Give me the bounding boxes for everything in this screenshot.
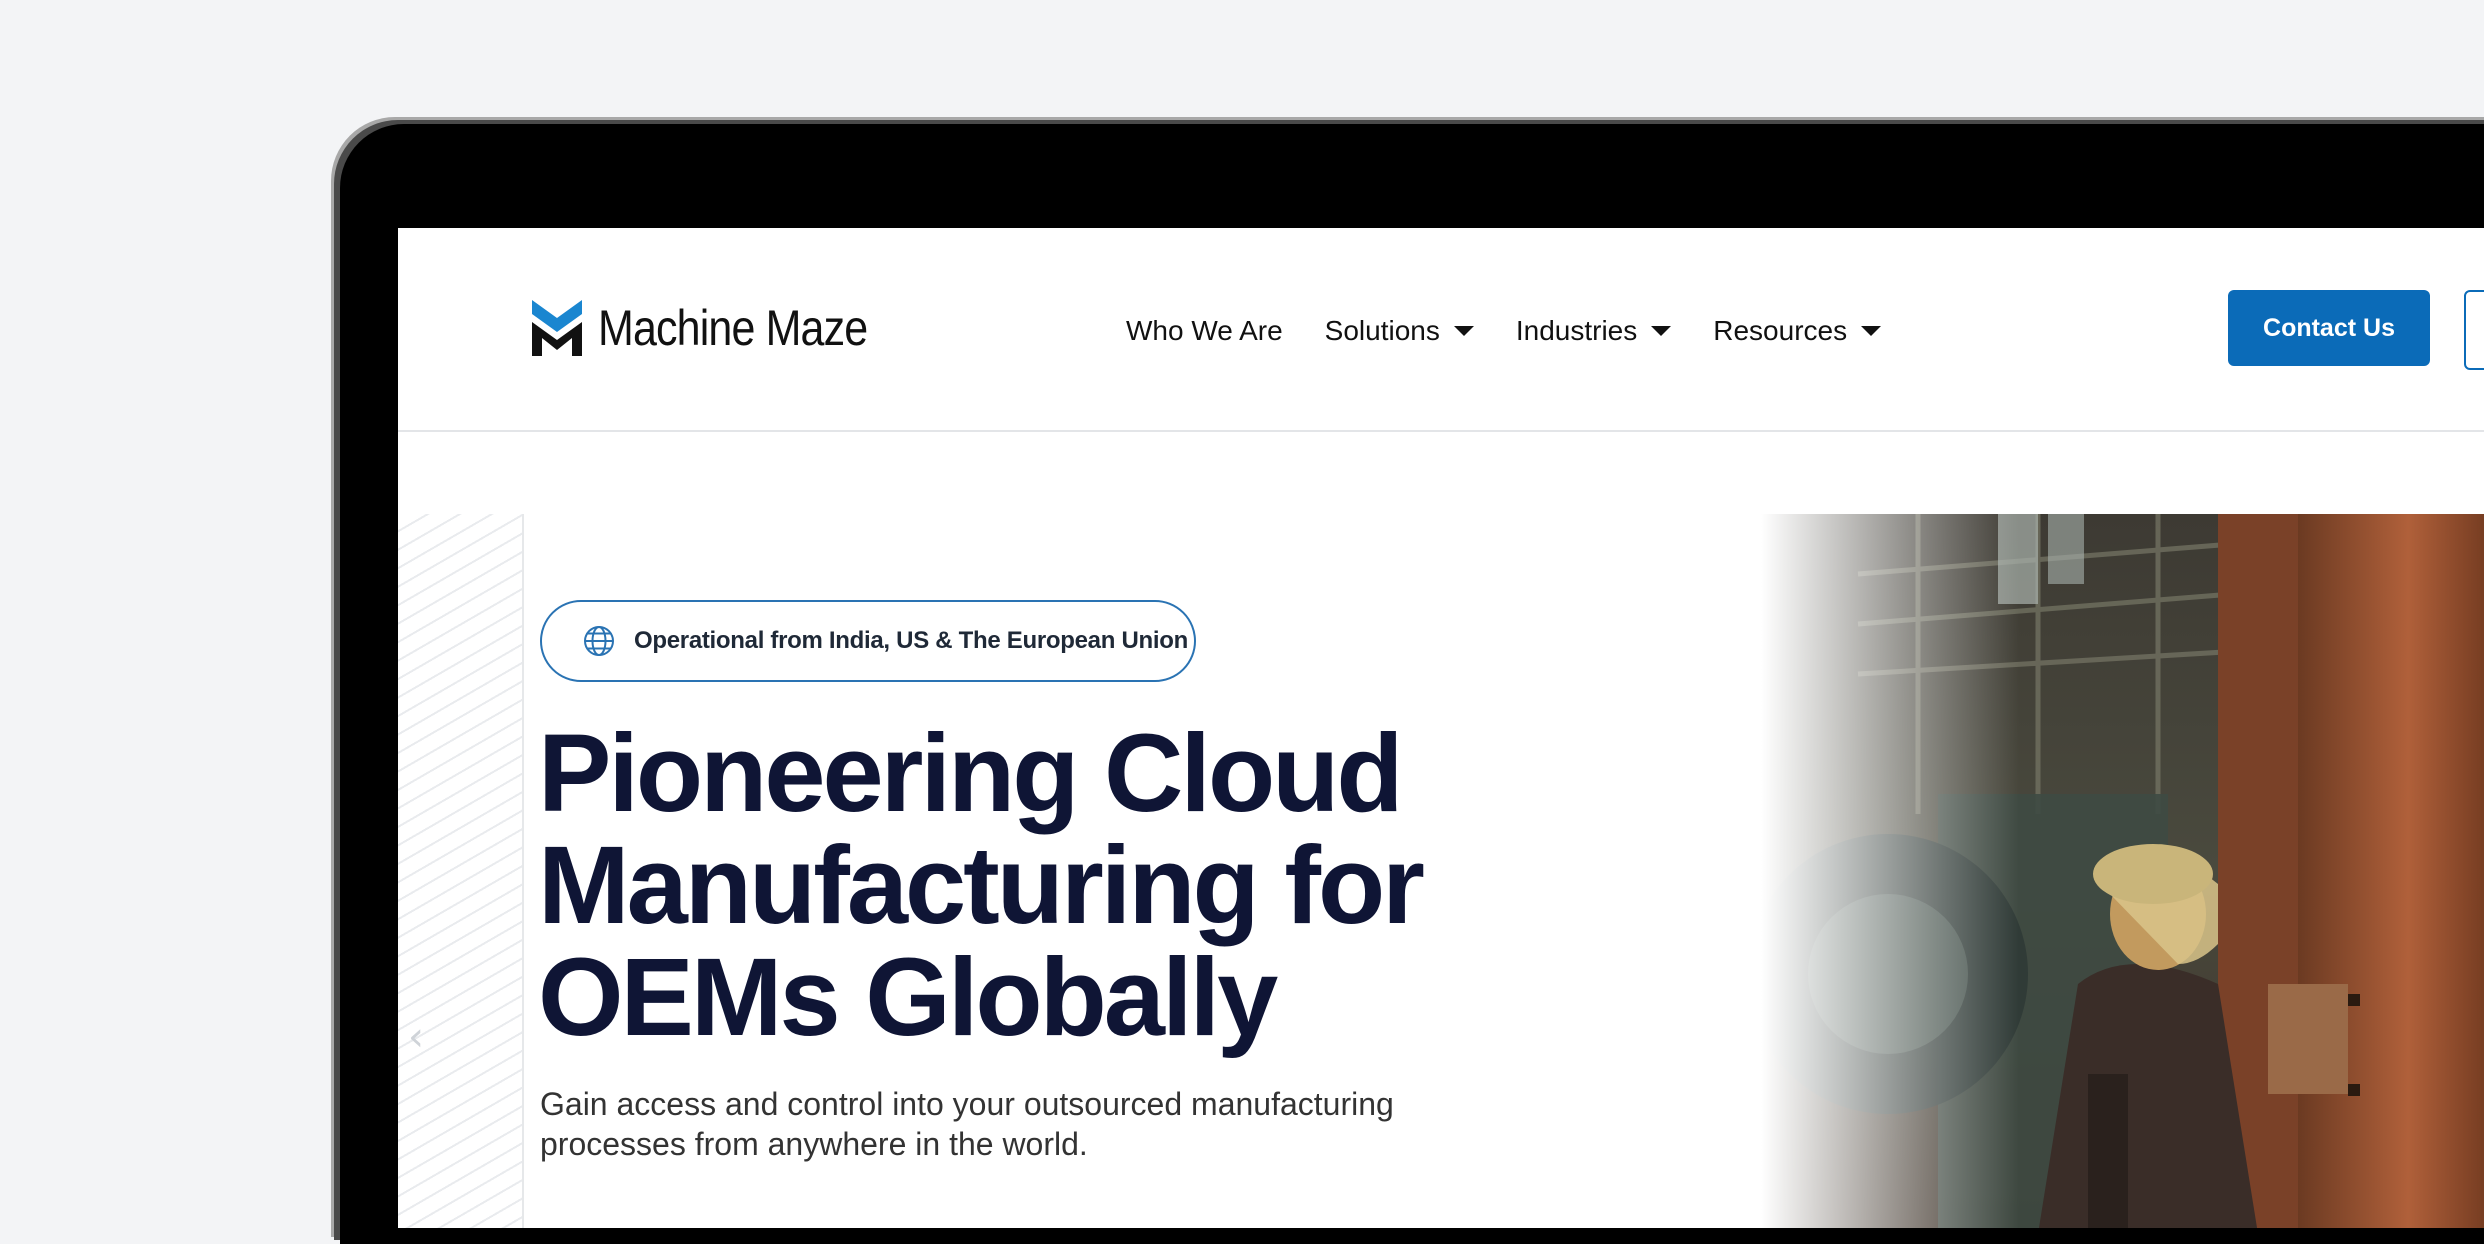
secondary-header-button[interactable] (2464, 290, 2484, 370)
hero-title-line: Pioneering Cloud (538, 712, 1404, 835)
nav-item-resources[interactable]: Resources (1713, 315, 1882, 347)
site-header: Machine Maze Who We Are Solutions Indust… (398, 228, 2484, 432)
nav-item-industries[interactable]: Industries (1515, 315, 1672, 347)
nav-label: Solutions (1324, 315, 1440, 346)
nav-item-solutions[interactable]: Solutions (1325, 315, 1474, 347)
carousel-side-strip: ‹ (398, 514, 524, 1228)
main-nav: Who We Are Solutions Industries Resource… (1126, 308, 1923, 354)
globe-icon (584, 626, 614, 656)
caret-down-icon (1651, 326, 1672, 336)
hero-factory-image (1658, 514, 2484, 1228)
hero-title-line: Manufacturing for (538, 824, 1425, 947)
hero-title-line: OEMs Globally (538, 936, 1278, 1059)
hero-subtitle: Gain access and control into your outsou… (540, 1086, 1394, 1162)
laptop-frame: Machine Maze Who We Are Solutions Indust… (340, 124, 2484, 1244)
hero-title: Pioneering Cloud Manufacturing for OEMs … (538, 718, 1538, 1054)
logo[interactable]: Machine Maze (532, 300, 911, 356)
caret-down-icon (1861, 326, 1882, 336)
nav-label: Who We Are (1126, 315, 1283, 346)
chevron-left-icon[interactable]: ‹ (408, 1014, 424, 1060)
nav-label: Industries (1515, 315, 1638, 346)
badge-text: Operational from India, US & The Europea… (634, 627, 1188, 654)
nav-item-who-we-are[interactable]: Who We Are (1126, 315, 1283, 347)
caret-down-icon (1453, 326, 1474, 336)
contact-us-button[interactable]: Contact Us (2228, 290, 2430, 366)
browser-viewport: Machine Maze Who We Are Solutions Indust… (398, 228, 2484, 1228)
operations-badge: Operational from India, US & The Europea… (540, 600, 1196, 682)
brand-name: Machine Maze (598, 300, 868, 356)
machine-maze-logo-icon (532, 300, 582, 356)
nav-label: Resources (1713, 315, 1848, 346)
factory-worker-photo (1658, 514, 2484, 1228)
